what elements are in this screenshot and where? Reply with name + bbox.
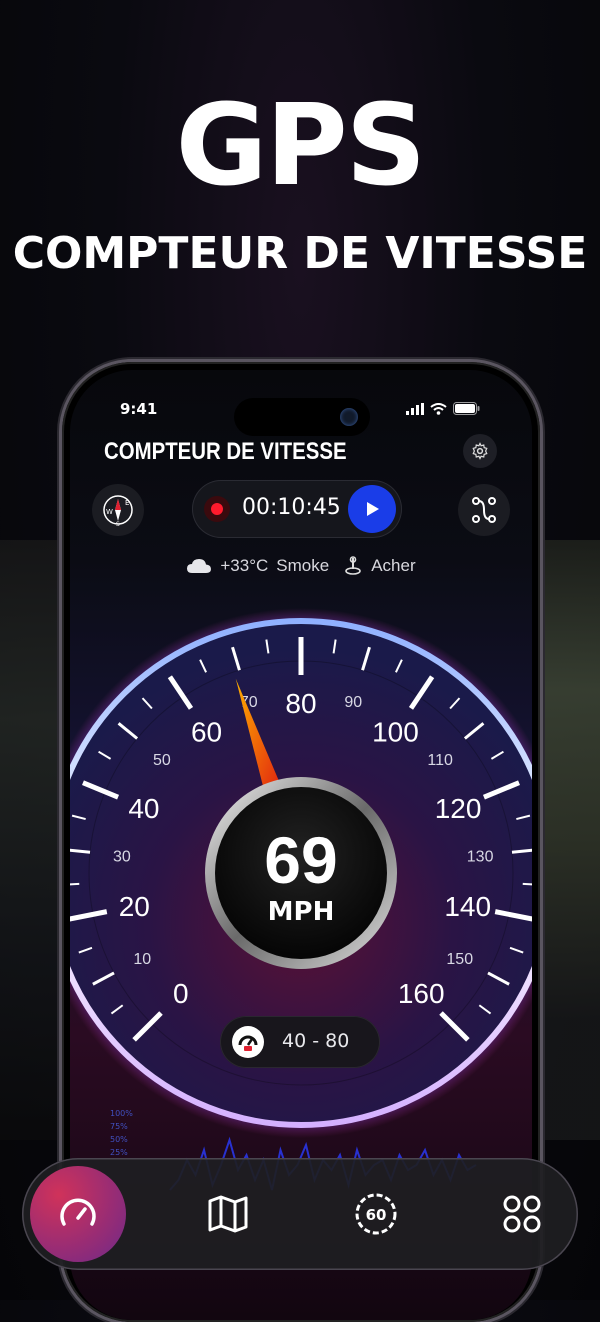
battery-icon [453,402,480,415]
cloud-icon [187,559,212,573]
speed-limit-text: 40 - 80 [282,1030,350,1052]
svg-text:E: E [125,499,129,507]
gauge-major-label: 80 [285,688,316,719]
grid-icon [503,1195,541,1233]
nav-speedometer-button[interactable] [30,1166,126,1262]
trip-timer: 00:10:45 [192,480,402,538]
speed-value: 69 [264,823,337,897]
graph-axis-label: 50% [110,1135,128,1144]
background-blur-left [0,540,70,1140]
dynamic-island [234,398,370,436]
play-icon [367,502,379,516]
speedometer-icon [60,1198,96,1226]
route-icon [472,497,496,523]
app-title: COMPTEUR DE VITESSE [104,438,347,465]
gauge-minor-label: 50 [153,752,171,769]
speed-alert-icon [232,1026,264,1058]
gauge-major-label: 140 [444,891,491,922]
map-icon [208,1195,248,1233]
gauge-major-label: 0 [173,978,189,1009]
camera-icon [340,408,358,426]
compass-button[interactable]: W E S [92,484,144,536]
speed-limit-icon: 60 [355,1193,397,1235]
wifi-icon [430,402,447,415]
weather-condition: Smoke [276,556,330,575]
record-icon[interactable] [204,496,230,522]
gauge-minor-label: 150 [446,951,473,968]
gauge-minor-label: 90 [344,694,362,711]
location-name: Acher [371,556,416,575]
nav-more-button[interactable] [494,1186,550,1242]
gauge-major-label: 120 [435,793,482,824]
background-blur-right [530,540,600,1140]
location-pin-icon [345,556,362,575]
play-button[interactable] [348,485,396,533]
gauge-major-label: 100 [372,717,419,748]
status-icons [406,402,480,415]
gauge-minor-label: 130 [467,848,494,865]
gauge-major-label: 160 [398,978,445,1009]
gauge-minor-label: 30 [113,848,131,865]
speed-unit: MPH [268,897,335,927]
route-button[interactable] [458,484,510,536]
weather-row: +33°C Smoke Acher [70,556,532,576]
elapsed-time: 00:10:45 [242,495,341,520]
speed-limit-icon-label: 60 [366,1206,387,1224]
promo-subtitle: COMPTEUR DE VITESSE [12,228,588,279]
nav-map-button[interactable] [200,1186,256,1242]
speed-limit-range[interactable]: 40 - 80 [220,1016,380,1068]
graph-axis-label: 25% [110,1148,128,1157]
gauge-minor-label: 10 [133,951,151,968]
nav-speed-limit-button[interactable]: 60 [348,1186,404,1242]
gauge-tick [70,882,80,886]
graph-axis-label: 100% [110,1109,133,1118]
gauge-minor-label: 110 [427,752,453,769]
promo-title: GPS [175,81,427,211]
svg-text:S: S [116,521,120,527]
gauge-major-label: 20 [119,891,150,922]
gauge-major-label: 60 [191,717,222,748]
temperature: +33°C [220,556,269,575]
signal-icon [406,402,424,415]
settings-button[interactable] [463,434,497,468]
status-time: 9:41 [120,400,158,418]
gauge-tick [522,882,532,886]
gear-icon [472,442,488,460]
graph-axis-label: 75% [110,1122,128,1131]
compass-icon: W E S [103,495,133,527]
bottom-navigation: 60 [22,1158,578,1270]
gauge-major-label: 40 [128,793,159,824]
svg-text:W: W [106,508,113,516]
